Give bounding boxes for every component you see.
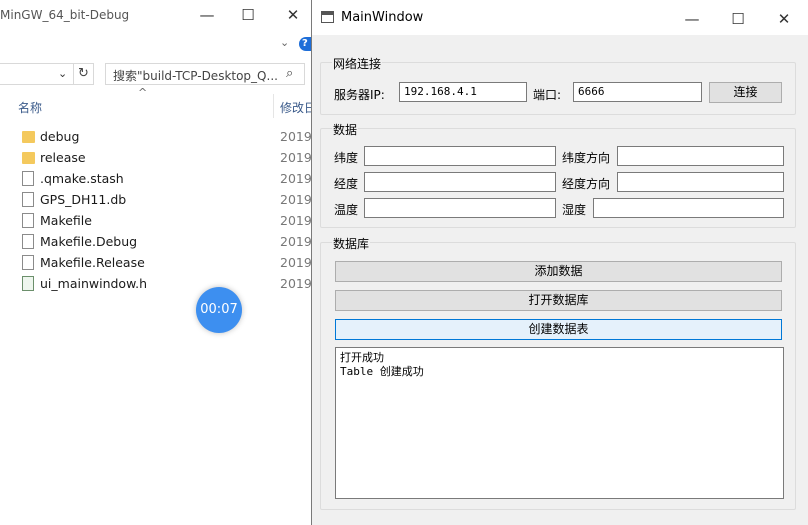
file-row[interactable]: ui_mainwindow.h 2019/ (0, 273, 316, 294)
file-name: ui_mainwindow.h (40, 276, 148, 291)
log-line: 打开成功 (340, 351, 384, 364)
open-database-button[interactable]: 打开数据库 (335, 290, 782, 311)
latitude-label: 纬度 (334, 151, 359, 165)
file-icon (22, 192, 34, 207)
close-icon[interactable]: ✕ (772, 8, 796, 30)
window-title: MainWindow (341, 10, 424, 25)
recording-timer[interactable]: 00:07 (196, 287, 242, 333)
explorer-title: MinGW_64_bit-Debug (0, 8, 130, 22)
lon-direction-input[interactable] (617, 172, 784, 192)
file-row[interactable]: Makefile 2019/ (0, 210, 316, 231)
main-window: MainWindow — ☐ ✕ 网络连接 服务器IP: 192.168.4.1… (311, 0, 808, 525)
file-row[interactable]: Makefile.Release 2019/ (0, 252, 316, 273)
connect-button[interactable]: 连接 (709, 82, 782, 103)
folder-icon (22, 131, 35, 143)
window-app-icon (321, 11, 334, 23)
search-input[interactable]: 搜索"build-TCP-Desktop_Q... ⌕ (105, 63, 305, 85)
add-data-button[interactable]: 添加数据 (335, 261, 782, 282)
file-icon (22, 234, 34, 249)
log-output[interactable]: 打开成功 Table 创建成功 (335, 347, 784, 499)
temperature-label: 温度 (334, 203, 359, 217)
file-row[interactable]: GPS_DH11.db 2019/ (0, 189, 316, 210)
maximize-icon[interactable]: ☐ (236, 4, 260, 26)
refresh-icon[interactable]: ↻ (74, 63, 94, 85)
latitude-input[interactable] (364, 146, 556, 166)
maximize-icon[interactable]: ☐ (726, 8, 750, 30)
port-label: 端口: (533, 88, 562, 102)
file-row[interactable]: release 2019/ (0, 147, 316, 168)
chevron-down-icon[interactable]: ⌄ (280, 36, 289, 49)
port-input[interactable]: 6666 (573, 82, 702, 102)
file-row[interactable]: debug 2019/ (0, 126, 316, 147)
humidity-input[interactable] (593, 198, 784, 218)
server-ip-label: 服务器IP: (334, 88, 385, 102)
temperature-input[interactable] (364, 198, 556, 218)
minimize-icon[interactable]: — (680, 8, 704, 30)
lon-direction-label: 经度方向 (562, 177, 611, 191)
explorer-titlebar: MinGW_64_bit-Debug — ☐ ✕ (0, 0, 312, 32)
address-dropdown-icon[interactable]: ⌄ (58, 67, 67, 80)
server-ip-input[interactable]: 192.168.4.1 (399, 82, 527, 102)
file-name: Makefile (40, 213, 92, 228)
search-icon[interactable]: ⌕ (286, 66, 293, 81)
file-icon (22, 171, 34, 186)
file-explorer-window: MinGW_64_bit-Debug — ☐ ✕ ⌄ ? ⌄ ↻ 搜索"buil… (0, 0, 316, 525)
file-icon (22, 255, 34, 270)
file-name: Makefile.Release (40, 255, 145, 270)
file-row[interactable]: .qmake.stash 2019/ (0, 168, 316, 189)
column-divider[interactable] (273, 94, 274, 118)
folder-icon (22, 152, 35, 164)
file-name: debug (40, 129, 80, 144)
lat-direction-input[interactable] (617, 146, 784, 166)
file-name: release (40, 150, 86, 165)
data-group-title: 数据 (332, 121, 359, 138)
column-header-name[interactable]: 名称 (18, 99, 42, 116)
lat-direction-label: 纬度方向 (562, 151, 611, 165)
humidity-label: 湿度 (562, 203, 587, 217)
log-line: Table 创建成功 (340, 365, 424, 378)
file-row[interactable]: Makefile.Debug 2019/ (0, 231, 316, 252)
search-placeholder: 搜索"build-TCP-Desktop_Q... (113, 69, 278, 83)
file-name: Makefile.Debug (40, 234, 138, 249)
file-name: GPS_DH11.db (40, 192, 127, 207)
minimize-icon[interactable]: — (195, 4, 219, 26)
file-icon (22, 213, 34, 228)
sort-up-icon: ^ (138, 86, 148, 99)
file-name: .qmake.stash (40, 171, 124, 186)
close-icon[interactable]: ✕ (281, 4, 305, 26)
create-table-button[interactable]: 创建数据表 (335, 319, 782, 340)
database-group-title: 数据库 (332, 235, 371, 252)
network-group-title: 网络连接 (332, 55, 383, 72)
header-file-icon (22, 276, 34, 291)
longitude-input[interactable] (364, 172, 556, 192)
longitude-label: 经度 (334, 177, 359, 191)
mainwindow-titlebar: MainWindow — ☐ ✕ (312, 0, 808, 35)
